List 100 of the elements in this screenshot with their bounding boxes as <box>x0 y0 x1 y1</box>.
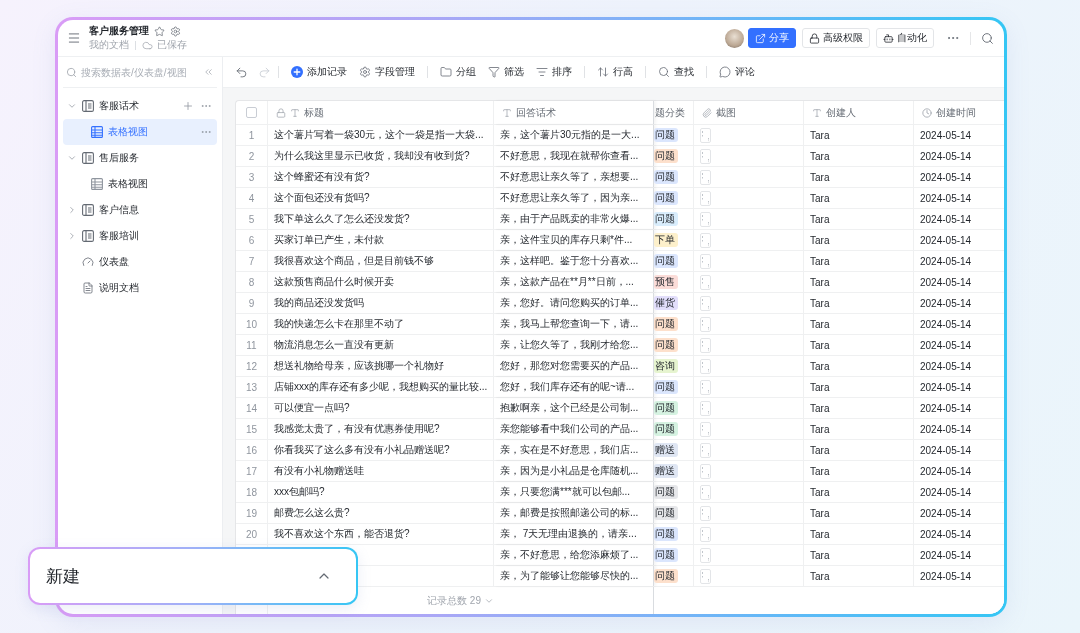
table-cell: 2024-05-14 <box>920 171 972 183</box>
sidebar-item[interactable]: 客服话术 <box>63 93 217 119</box>
category-tag: 问题 <box>654 191 678 205</box>
table-cell: 亲，由于产品既卖的非常火爆... <box>500 212 639 226</box>
table-cell: 亲，实在是不好意思，我们店... <box>500 443 639 457</box>
category-tag: 问题 <box>654 569 678 583</box>
sidebar-item[interactable]: 表格视图 <box>63 171 217 197</box>
sidebar-item[interactable]: 客户信息 <box>63 197 217 223</box>
filter-button[interactable]: 筛选 <box>483 61 529 83</box>
table-cell: 亲，这样吧。鉴于您十分喜欢... <box>500 254 639 268</box>
chevrons-left-icon[interactable] <box>203 66 214 78</box>
star-icon[interactable] <box>154 25 165 37</box>
field-settings-button[interactable]: 字段管理 <box>354 61 420 83</box>
table-cell: 这款预售商品什么时候开卖 <box>274 275 394 289</box>
file-thumbnail-icon <box>700 400 711 416</box>
settings-icon[interactable] <box>170 25 181 37</box>
add-record-button[interactable]: 添加记录 <box>286 61 352 83</box>
column-header[interactable]: 题分类 <box>655 105 685 120</box>
plus-circle-icon <box>291 66 303 78</box>
table-cell: 不好意思，我现在就帮你查看... <box>500 149 639 163</box>
permissions-button[interactable]: 高级权限 <box>802 28 870 48</box>
lock-icon <box>276 107 286 118</box>
search-field[interactable]: 搜索数据表/仪表盘/视图 <box>66 62 203 82</box>
table-cell: 这个蜂蜜还有没有货? <box>274 170 370 184</box>
column-header[interactable]: 回答话术 <box>502 105 556 120</box>
table-cell: Tara <box>810 171 830 183</box>
find-button[interactable]: 查找 <box>653 61 699 83</box>
file-thumbnail-icon <box>700 253 711 269</box>
share-button[interactable]: 分享 <box>748 28 796 48</box>
undo-icon[interactable] <box>235 65 248 79</box>
grid-icon <box>91 178 103 190</box>
table-cell: 抱歉啊亲，这个已经是公司制... <box>500 401 639 415</box>
gear-icon <box>359 66 371 78</box>
table-icon <box>82 204 94 216</box>
table-cell: 亲，让您久等了，我刚才给您... <box>500 338 639 352</box>
file-thumbnail-icon <box>700 484 711 500</box>
row-number: 5 <box>248 213 255 225</box>
user-avatar[interactable] <box>725 28 744 48</box>
table-cell: Tara <box>810 297 830 309</box>
column-header[interactable]: 创建时间 <box>922 105 976 120</box>
column-header[interactable]: 截图 <box>702 105 736 120</box>
automation-button[interactable]: 自动化 <box>876 28 934 48</box>
table-cell: 2024-05-14 <box>920 570 972 582</box>
table-cell: 2024-05-14 <box>920 402 972 414</box>
category-tag: 问题 <box>654 128 678 142</box>
file-thumbnail-icon <box>700 526 711 542</box>
table-cell: 2024-05-14 <box>920 318 972 330</box>
document-title: 客户服务管理 <box>89 25 149 37</box>
sidebar-item[interactable]: 说明文档 <box>63 275 217 301</box>
category-tag: 问题 <box>654 422 678 436</box>
table-cell: 有没有小礼物赠送哇 <box>274 464 364 478</box>
table-cell: 2024-05-14 <box>920 444 972 456</box>
row-height-button[interactable]: 行高 <box>592 61 638 83</box>
row-number: 1 <box>248 129 255 141</box>
table-cell: Tara <box>810 507 830 519</box>
file-thumbnail-icon <box>700 463 711 479</box>
table-cell: 2024-05-14 <box>920 129 972 141</box>
table-cell: Tara <box>810 381 830 393</box>
search-icon[interactable] <box>981 31 994 45</box>
sidebar-item[interactable]: 客服培训 <box>63 223 217 249</box>
table-cell: 2024-05-14 <box>920 339 972 351</box>
table-cell: 亲，我马上帮您查询一下，请... <box>500 317 639 331</box>
table-cell: 亲，这个薯片30元指的是一大... <box>500 128 640 142</box>
table-cell: 可以便宜一点吗? <box>274 401 350 415</box>
sidebar-item[interactable]: 仪表盘 <box>63 249 217 275</box>
comment-button[interactable]: 评论 <box>714 61 760 83</box>
column-header[interactable]: 创建人 <box>812 105 856 120</box>
row-number: 3 <box>248 171 255 183</box>
row-number: 15 <box>245 423 258 435</box>
file-thumbnail-icon <box>700 274 711 290</box>
chevron-right-icon[interactable] <box>67 231 77 241</box>
chevron-right-icon[interactable] <box>67 205 77 215</box>
group-button[interactable]: 分组 <box>435 61 481 83</box>
sidebar-item[interactable]: 表格视图 <box>63 119 217 145</box>
chevron-down-icon[interactable] <box>67 153 77 163</box>
table-cell: 亲，不好意思，给您添麻烦了... <box>500 548 639 562</box>
table-cell: 我下单这么久了怎么还没发货? <box>274 212 410 226</box>
menu-icon[interactable] <box>67 31 81 45</box>
new-panel[interactable]: 新建 <box>28 547 358 605</box>
table-cell: 2024-05-14 <box>920 276 972 288</box>
sidebar-item[interactable]: 售后服务 <box>63 145 217 171</box>
table-cell: Tara <box>810 213 830 225</box>
select-all-checkbox[interactable] <box>246 107 257 118</box>
table-cell: 2024-05-14 <box>920 507 972 519</box>
table-cell: 店铺xxx的库存还有多少呢，我想购买的量比较... <box>274 380 488 394</box>
table-cell: 不好意思让亲久等了，亲想要... <box>500 170 639 184</box>
file-thumbnail-icon <box>700 148 711 164</box>
sort-button[interactable]: 排序 <box>531 61 577 83</box>
table-cell: Tara <box>810 570 830 582</box>
redo-icon[interactable] <box>258 65 271 79</box>
column-header[interactable]: 标题 <box>276 105 324 120</box>
category-tag: 问题 <box>654 506 678 520</box>
row-number: 13 <box>245 381 258 393</box>
chevron-down-icon[interactable] <box>67 101 77 111</box>
file-thumbnail-icon <box>700 127 711 143</box>
table-cell: Tara <box>810 255 830 267</box>
file-thumbnail-icon <box>700 190 711 206</box>
plus-icon[interactable] <box>182 100 194 112</box>
table-cell: 2024-05-14 <box>920 549 972 561</box>
row-number: 17 <box>245 465 258 477</box>
